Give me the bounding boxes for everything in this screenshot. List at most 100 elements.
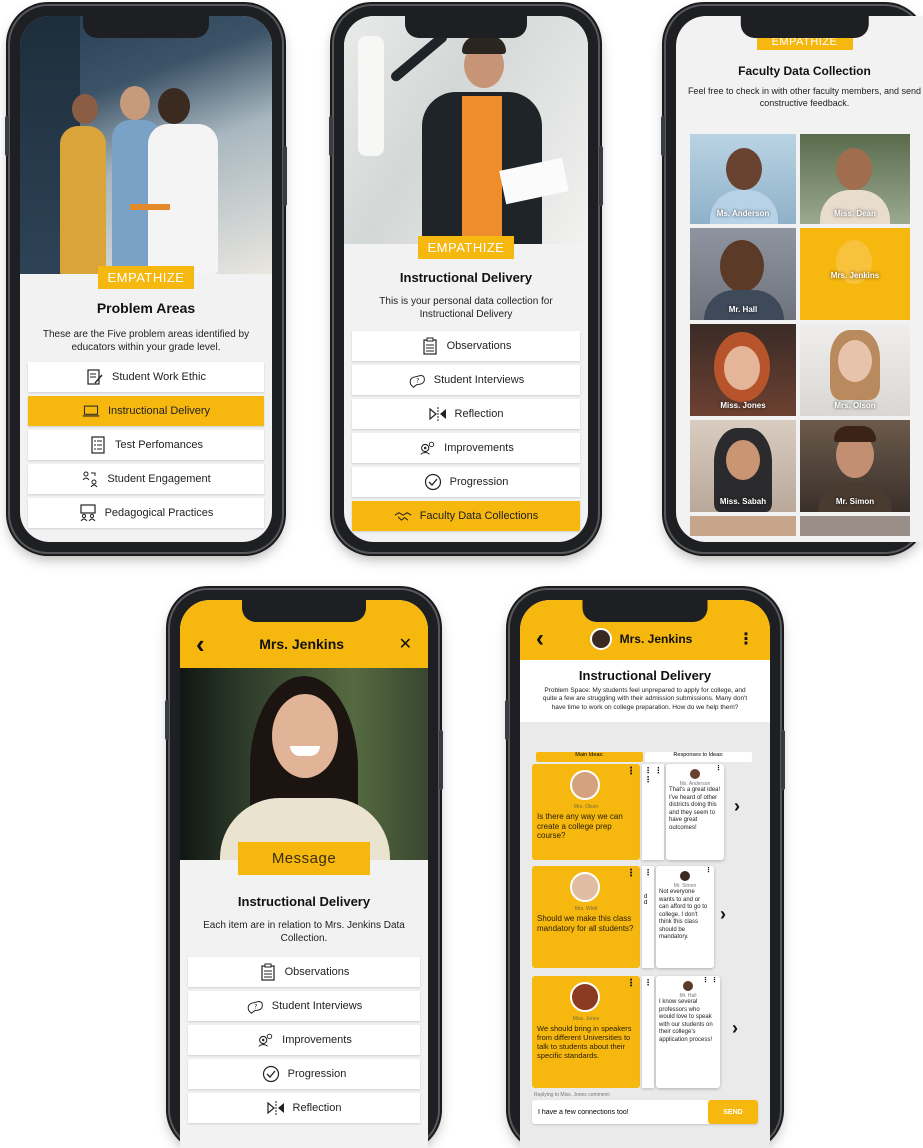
faculty-card-anderson[interactable]: Ms. Anderson [690,134,796,224]
faculty-card-partial [800,516,910,536]
tab-main-ideas[interactable]: Main Ideas: [536,752,643,762]
list-item-improvements[interactable]: Improvements [352,433,580,463]
faculty-card-hall[interactable]: Mr. Hall [690,228,796,320]
list-item-student-interviews[interactable]: ? Student Interviews [188,991,420,1021]
message-button[interactable]: Message [238,842,370,875]
idea-card-whitt[interactable]: Mrs. Whitt Should we make this class man… [532,866,640,968]
speech-question-icon: ? [408,371,426,389]
list-item-observations[interactable]: Observations [188,957,420,987]
screen: ‹ Mrs. Jenkins ⋮ Instructional Delivery … [520,600,770,1148]
reply-card-simon[interactable]: Mr. Simon Not everyone wants to and or c… [656,866,714,968]
list-item-label: Faculty Data Collections [419,510,539,522]
idea-card-olson[interactable]: Mrs. Olson Is there any way we can creat… [532,764,640,860]
close-button[interactable]: ✕ [399,634,412,654]
list-item-faculty-data-collections[interactable]: Faculty Data Collections [352,501,580,531]
list-item-instructional-delivery[interactable]: Instructional Delivery [28,396,264,426]
gears-head-icon [256,1031,274,1049]
card-menu-button[interactable]: ⋮ [644,868,652,877]
faculty-card-jones[interactable]: Miss. Jones [690,324,796,416]
idea-text: Is there any way we can create a college… [537,812,623,841]
list-item-label: Improvements [282,1034,352,1046]
card-menu-button[interactable]: ⋮ [644,978,652,987]
screen: EMPATHIZE Problem Areas These are the Fi… [20,16,272,542]
side-button [5,116,9,156]
faculty-card-sabah[interactable]: Miss. Sabah [690,420,796,512]
teacher-data-list: Observations ? Student Interviews Improv… [180,957,428,1123]
next-arrow-icon[interactable]: › [734,796,740,817]
svg-text:?: ? [254,1004,257,1011]
faculty-card-partial [690,516,796,536]
faculty-card-simon[interactable]: Mr. Simon [800,420,910,512]
back-button[interactable]: ‹ [536,625,544,653]
idea-text: Should we make this class mandatory for … [537,914,634,933]
notch [405,16,527,38]
card-menu-button[interactable]: ⋮ ⋮ ⋮ [644,766,664,784]
idea-author: Mrs. Olson [573,804,599,810]
side-button [329,116,333,156]
phone-problem-areas: EMPATHIZE Problem Areas These are the Fi… [5,6,287,552]
list-item-improvements[interactable]: Improvements [188,1025,420,1055]
card-menu-button[interactable]: ⋮ [626,766,636,777]
svg-text:?: ? [416,378,419,385]
empathize-tag: EMPATHIZE [98,266,194,289]
card-menu-button[interactable]: ⋮ [626,868,636,879]
reply-card-anderson[interactable]: Ms. Anderson That's a great idea! I've h… [666,764,724,860]
faculty-card-dean[interactable]: Miss. Dean [800,134,910,224]
next-arrow-icon[interactable]: › [732,1018,738,1039]
list-item-reflection[interactable]: Reflection [188,1093,420,1123]
list-item-label: Pedagogical Practices [104,507,214,519]
list-item-student-interviews[interactable]: ? Student Interviews [352,365,580,395]
list-item-student-work-ethic[interactable]: Student Work Ethic [28,362,264,392]
profile-photo-mrs-jenkins [180,668,428,860]
reply-text: Not everyone wants to and or can afford … [659,889,708,941]
clipboard-pen-icon [86,368,104,386]
reply-text: That's a great idea! I've heard of other… [669,787,721,831]
side-button [661,116,665,156]
list-item-label: Student Work Ethic [112,371,206,383]
reply-input[interactable] [532,1108,708,1116]
idea-text: We should bring in speakers from differe… [537,1024,632,1060]
page-title: Instructional Delivery [399,270,533,285]
side-button [283,146,287,206]
idea-card-jones[interactable]: Miss. Jones We should bring in speakers … [532,976,640,1088]
faculty-card-jenkins[interactable]: Mrs. Jenkins [800,228,910,320]
notch [83,16,209,38]
page-title: Problem Areas [96,300,196,316]
clipboard-icon [421,337,439,355]
page-description: Feel free to check in with other faculty… [687,86,922,108]
faculty-card-olson[interactable]: Mrs. Olson [800,324,910,416]
screen: EMPATHIZE Instructional Delivery This is… [344,16,588,542]
card-menu-button[interactable]: ⋮ ⋮ [702,977,718,986]
tab-responses[interactable]: Responses to Ideas: [645,752,752,762]
people-exchange-icon [81,470,99,488]
side-button [439,730,443,790]
reflection-icon [266,1099,285,1117]
card-menu-button[interactable]: ⋮ [626,978,636,989]
list-item-observations[interactable]: Observations [352,331,580,361]
side-button [165,700,169,740]
list-item-student-engagement[interactable]: Student Engagement [28,464,264,494]
avatar [589,628,612,650]
list-item-label: Reflection [454,408,504,420]
hero-photo-teacher-lecturing [344,16,588,244]
next-arrow-icon[interactable]: › [720,904,726,925]
avatar [570,872,600,902]
card-menu-button[interactable]: ⋮ [705,867,712,876]
send-button[interactable]: SEND [708,1100,758,1124]
list-item-progression[interactable]: Progression [352,467,580,497]
phone-instructional-delivery: EMPATHIZE Instructional Delivery This is… [329,6,603,552]
list-item-label: Observations [284,966,350,978]
phone-teacher-profile: ‹ Mrs. Jenkins ✕ Message Instructional D… [165,590,443,1148]
list-item-test-performances[interactable]: Test Perfomances [28,430,264,460]
card-menu-button[interactable]: ⋮ [715,765,722,774]
reply-card-hall[interactable]: Mr. Hall I know several professors who w… [656,976,720,1088]
list-item-reflection[interactable]: Reflection [352,399,580,429]
back-button[interactable]: ‹ [196,629,205,660]
list-item-progression[interactable]: Progression [188,1059,420,1089]
more-menu-button[interactable]: ⋮ [738,629,754,649]
peek-text: d d [644,894,648,906]
notch [242,600,366,622]
list-item-pedagogical-practices[interactable]: Pedagogical Practices [28,498,264,528]
page-title: Faculty Data Collection [738,64,871,78]
side-button [505,700,509,740]
